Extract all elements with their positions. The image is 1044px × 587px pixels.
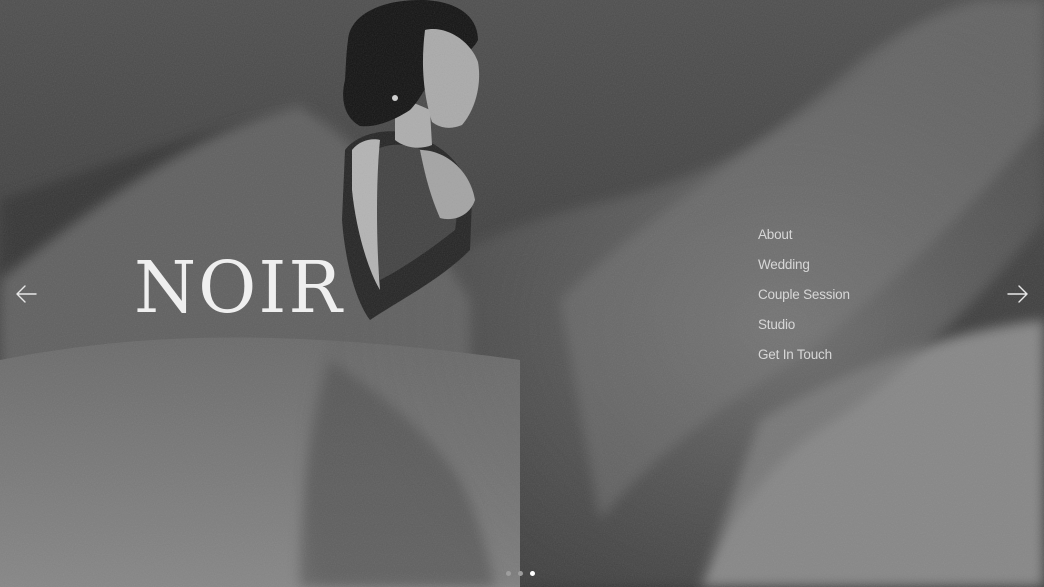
slide-dot-1[interactable]	[506, 570, 511, 576]
arrow-left-icon	[16, 285, 37, 303]
nav-item-couple-session[interactable]: Couple Session	[758, 282, 958, 312]
nav-item-studio[interactable]: Studio	[758, 312, 958, 342]
nav-item-get-in-touch[interactable]: Get In Touch	[758, 342, 958, 372]
main-nav: About Wedding Couple Session Studio Get …	[758, 222, 958, 372]
nav-item-about[interactable]: About	[758, 222, 958, 252]
arrow-right-icon	[1007, 285, 1028, 303]
previous-slide-button[interactable]	[14, 283, 38, 305]
nav-item-wedding[interactable]: Wedding	[758, 252, 958, 282]
slide-pagination	[506, 569, 535, 577]
slide-dot-2[interactable]	[518, 570, 523, 576]
slide-dot-3[interactable]	[530, 570, 535, 576]
hero-slideshow: NOIR About Wedding Couple Session Studio…	[0, 0, 1044, 587]
brand-title: NOIR	[134, 246, 344, 329]
next-slide-button[interactable]	[1006, 283, 1030, 305]
